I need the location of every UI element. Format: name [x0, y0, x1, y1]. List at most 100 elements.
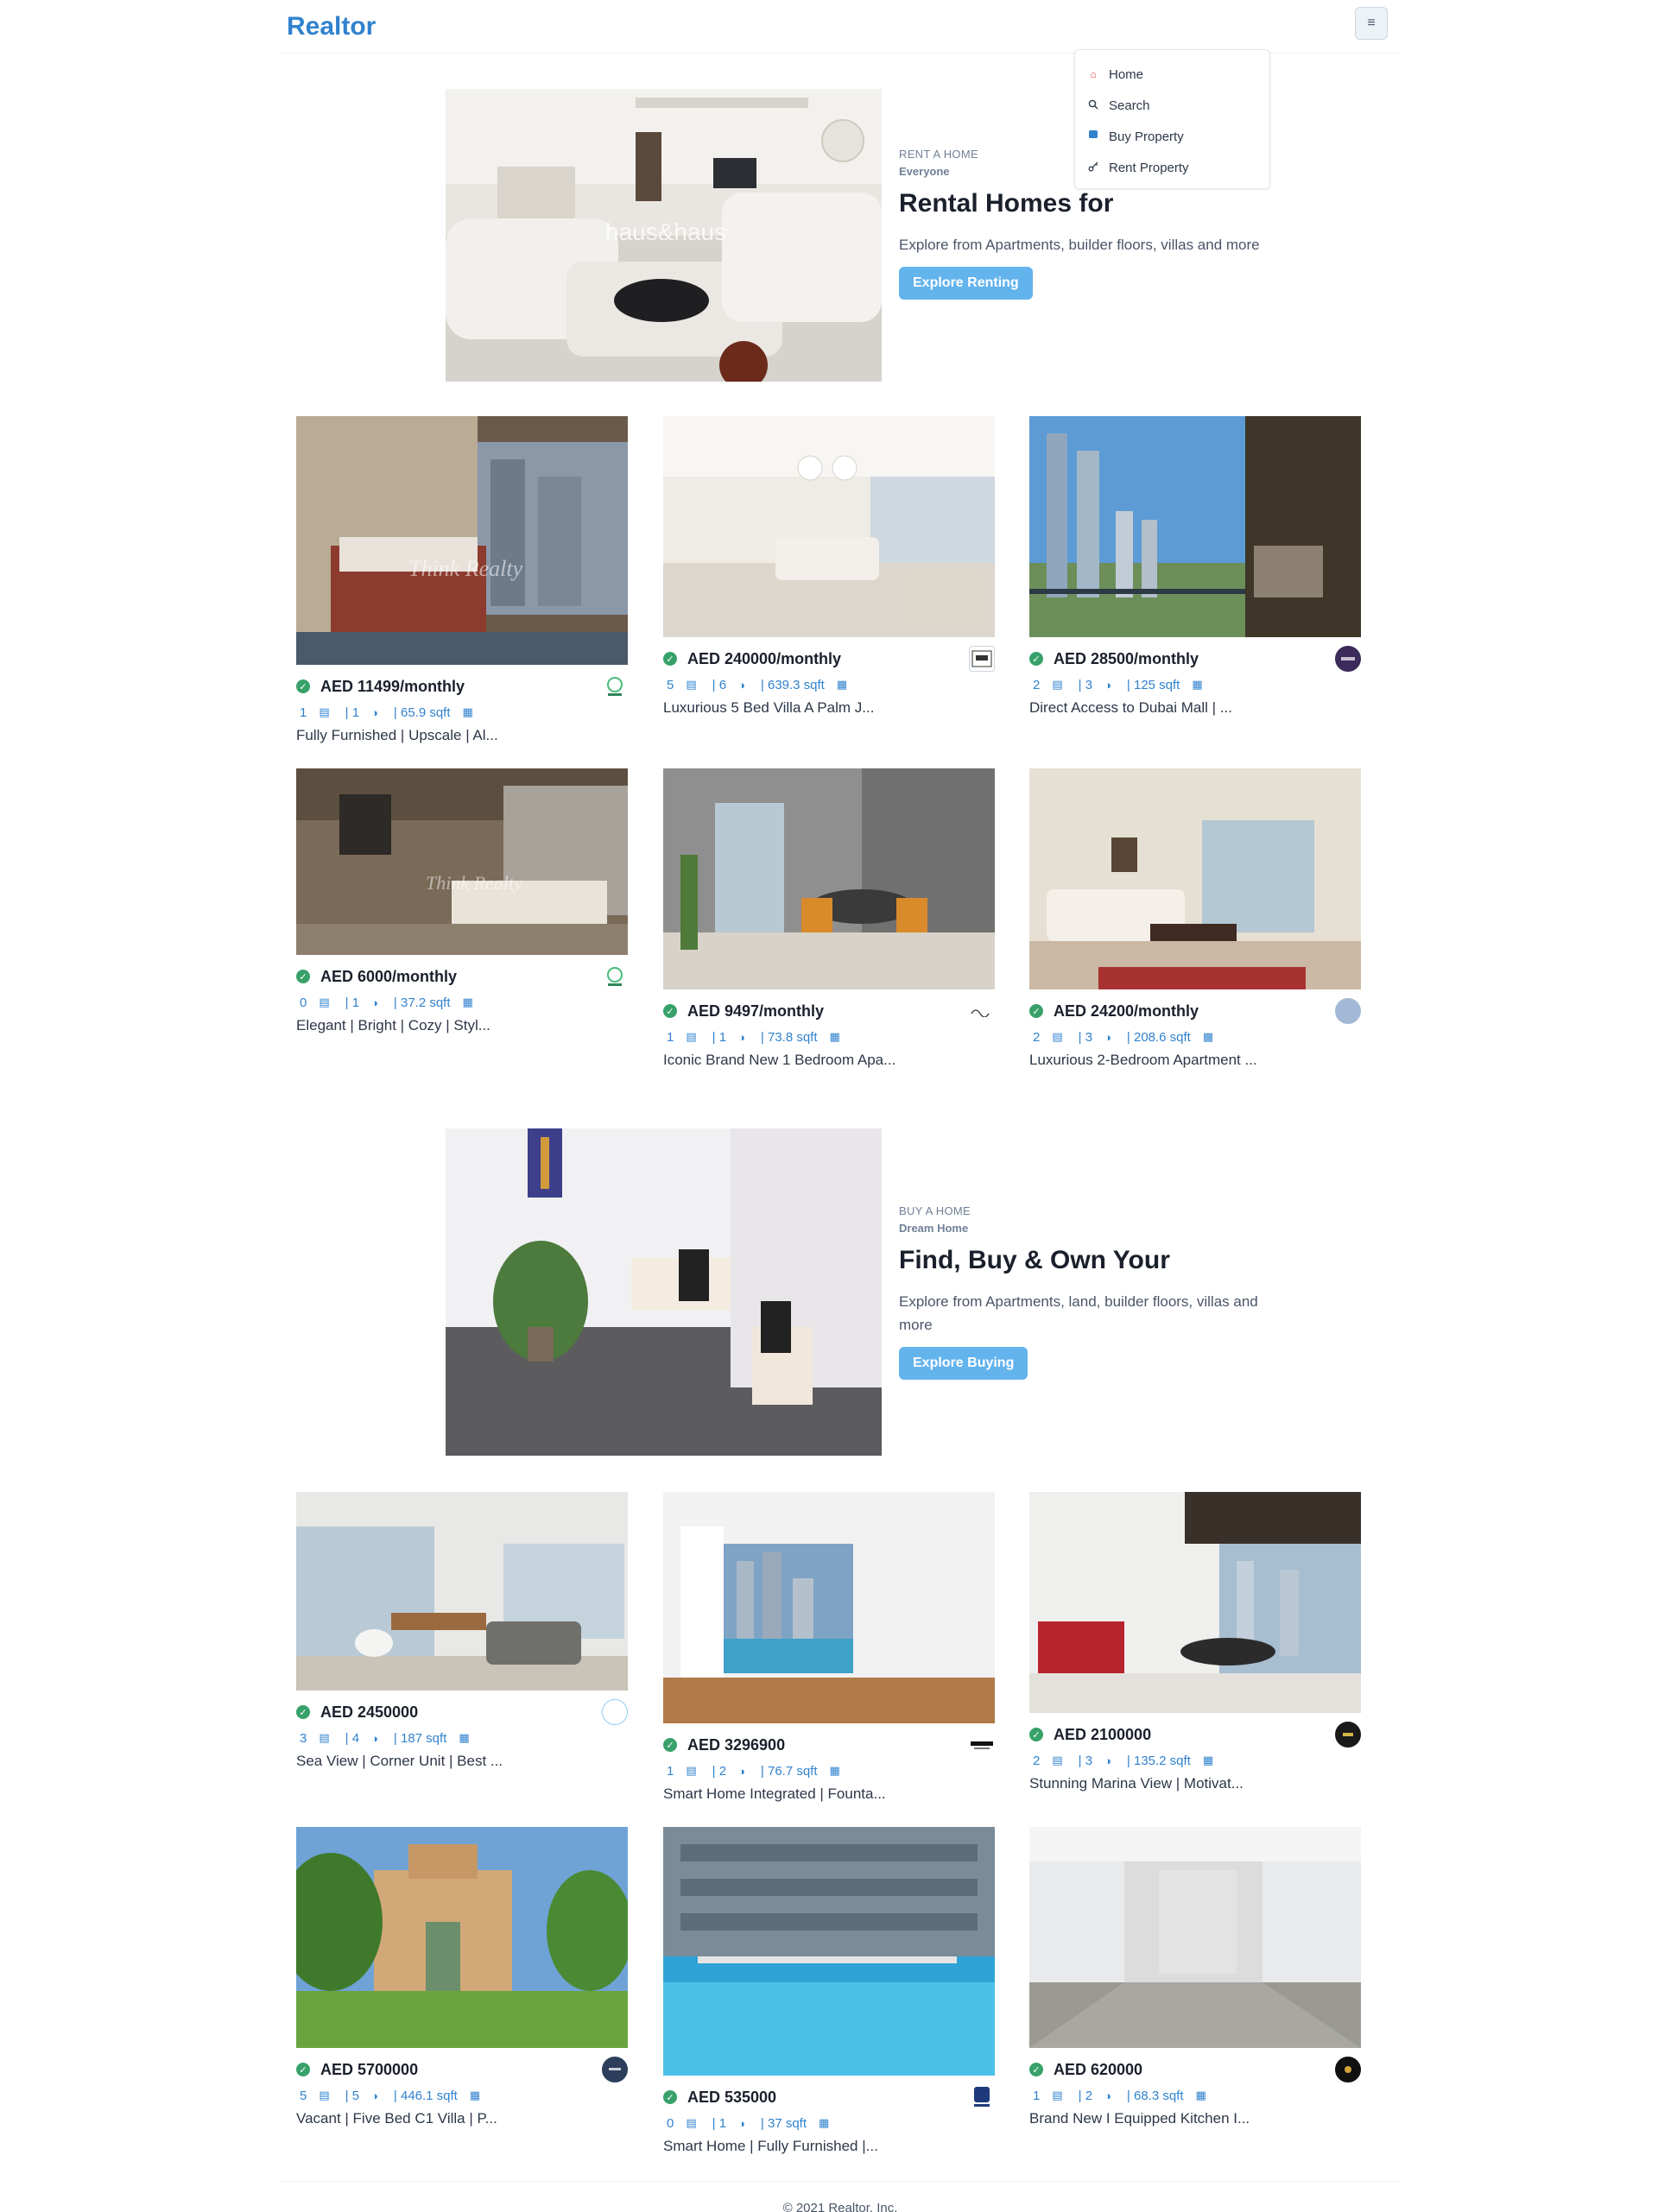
- bath-icon: ◑: [371, 705, 378, 719]
- bedroom-count: 2: [1033, 677, 1041, 692]
- verified-icon: ✓: [1029, 2063, 1043, 2076]
- banner-subkicker: Dream Home: [899, 1222, 969, 1235]
- property-card[interactable]: ✓ AED 535000 0 ▤ | 1 ◑ | 37 sqft ▦ Smart…: [663, 1827, 995, 2155]
- property-image[interactable]: [663, 416, 995, 637]
- banner-kicker: RENT A HOME: [899, 148, 978, 161]
- property-image[interactable]: [1029, 1827, 1361, 2048]
- agency-logo[interactable]: [969, 998, 995, 1024]
- bed-icon: ▤: [686, 1030, 697, 1043]
- property-image[interactable]: Think Realty: [296, 416, 628, 665]
- grid-icon: ▦: [469, 2089, 481, 2101]
- verified-icon: ✓: [663, 2090, 677, 2104]
- verified-icon: ✓: [296, 2063, 310, 2076]
- bedroom-count: 1: [300, 705, 307, 720]
- property-card[interactable]: Think Realty ✓ AED 6000/monthly 0 ▤ | 1 …: [296, 768, 628, 1034]
- property-title[interactable]: Smart Home Integrated | Founta...: [663, 1785, 995, 1803]
- property-title[interactable]: Vacant | Five Bed C1 Villa | P...: [296, 2110, 628, 2127]
- property-title[interactable]: Brand New I Equipped Kitchen I...: [1029, 2110, 1361, 2127]
- property-title[interactable]: Stunning Marina View | Motivat...: [1029, 1775, 1361, 1792]
- agency-logo[interactable]: [602, 964, 628, 989]
- verified-icon: ✓: [663, 1738, 677, 1752]
- agency-logo[interactable]: [969, 1732, 995, 1758]
- property-image[interactable]: [663, 768, 995, 989]
- property-card[interactable]: ✓ AED 5700000 5 ▤ | 5 ◑ | 446.1 sqft ▦ V…: [296, 1827, 628, 2127]
- explore-renting-button[interactable]: Explore Renting: [899, 267, 1033, 300]
- property-area: | 73.8 sqft: [760, 1029, 818, 1045]
- menu-item-home[interactable]: ⌂ Home: [1075, 59, 1269, 90]
- property-title[interactable]: Luxurious 2-Bedroom Apartment ...: [1029, 1052, 1361, 1069]
- bed-icon: ▤: [319, 705, 330, 718]
- bedroom-count: 3: [300, 1730, 307, 1746]
- property-title[interactable]: Sea View | Corner Unit | Best ...: [296, 1753, 628, 1770]
- menu-button[interactable]: ≡: [1355, 7, 1388, 40]
- agency-logo[interactable]: [1335, 1722, 1361, 1747]
- agency-logo[interactable]: [602, 1699, 628, 1725]
- property-card[interactable]: ✓ AED 2100000 2 ▤ | 3 ◑ | 135.2 sqft ▦ S…: [1029, 1492, 1361, 1792]
- property-title[interactable]: Fully Furnished | Upscale | Al...: [296, 727, 628, 744]
- agency-logo[interactable]: [1335, 646, 1361, 672]
- property-card[interactable]: ✓ AED 24200/monthly 2 ▤ | 3 ◑ | 208.6 sq…: [1029, 768, 1361, 1069]
- svg-text:Think Realty: Think Realty: [426, 872, 522, 894]
- property-card[interactable]: ✓ AED 3296900 1 ▤ | 2 ◑ | 76.7 sqft ▦ Sm…: [663, 1492, 995, 1803]
- property-card[interactable]: ✓ AED 28500/monthly 2 ▤ | 3 ◑ | 125 sqft…: [1029, 416, 1361, 717]
- bedroom-count: 2: [1033, 1029, 1041, 1045]
- property-area: | 68.3 sqft: [1126, 2088, 1184, 2103]
- property-image[interactable]: [1029, 1492, 1361, 1713]
- footer: © 2021 Realtor, Inc.: [280, 2181, 1401, 2212]
- verified-icon: ✓: [663, 652, 677, 666]
- bathroom-count: | 3: [1078, 677, 1093, 692]
- property-price: AED 6000/monthly: [320, 967, 458, 985]
- rent-banner-image: haus&haus: [446, 89, 882, 382]
- buy-banner-image: [446, 1128, 882, 1456]
- bathroom-count: | 2: [712, 1763, 727, 1779]
- property-image[interactable]: [663, 1492, 995, 1723]
- agency-logo[interactable]: [969, 646, 995, 672]
- bath-icon: ◑: [738, 678, 745, 692]
- property-card[interactable]: ✓ AED 240000/monthly 5 ▤ | 6 ◑ | 639.3 s…: [663, 416, 995, 717]
- agency-logo[interactable]: [1335, 2057, 1361, 2082]
- buy-banner: BUY A HOME Dream Home Find, Buy & Own Yo…: [446, 1128, 1300, 1457]
- navbar: Realtor ≡: [280, 0, 1401, 54]
- property-card[interactable]: ✓ AED 2450000 3 ▤ | 4 ◑ | 187 sqft ▦ Sea…: [296, 1492, 628, 1770]
- property-image[interactable]: [296, 1827, 628, 2048]
- banner-subkicker: Everyone: [899, 165, 950, 178]
- property-card[interactable]: Think Realty ✓ AED 11499/monthly 1 ▤ | 1…: [296, 416, 628, 744]
- explore-buying-button[interactable]: Explore Buying: [899, 1347, 1028, 1381]
- property-image[interactable]: [296, 1492, 628, 1691]
- property-card[interactable]: ✓ AED 9497/monthly 1 ▤ | 1 ◑ | 73.8 sqft…: [663, 768, 995, 1069]
- grid-icon: ▦: [1202, 1754, 1214, 1766]
- bedroom-count: 0: [300, 995, 307, 1010]
- svg-text:Think Realty: Think Realty: [408, 556, 523, 581]
- property-image[interactable]: Think Realty: [296, 768, 628, 955]
- property-title[interactable]: Smart Home | Fully Furnished |...: [663, 2138, 995, 2155]
- bed-icon: ▤: [686, 678, 697, 691]
- property-title[interactable]: Iconic Brand New 1 Bedroom Apa...: [663, 1052, 995, 1069]
- property-price: AED 28500/monthly: [1054, 649, 1199, 667]
- bathroom-count: | 4: [345, 1730, 360, 1746]
- verified-icon: ✓: [1029, 1728, 1043, 1741]
- bathroom-count: | 1: [712, 1029, 727, 1045]
- property-title[interactable]: Elegant | Bright | Cozy | Styl...: [296, 1017, 628, 1034]
- agency-logo[interactable]: [602, 673, 628, 699]
- bathroom-count: | 1: [345, 705, 360, 720]
- agency-logo[interactable]: [1335, 998, 1361, 1024]
- banner-description: Explore from Apartments, builder floors,…: [899, 237, 1260, 253]
- property-title[interactable]: Luxurious 5 Bed Villa A Palm J...: [663, 699, 995, 717]
- property-price: AED 3296900: [687, 1735, 786, 1754]
- bed-icon: ▤: [686, 2116, 697, 2129]
- property-title[interactable]: Direct Access to Dubai Mall | ...: [1029, 699, 1361, 717]
- grid-icon: ▦: [459, 1731, 470, 1744]
- property-price: AED 535000: [687, 2088, 777, 2106]
- property-image[interactable]: [1029, 416, 1361, 637]
- rent-banner: haus&haus RENT A HOME Everyone Rental Ho…: [446, 89, 1300, 382]
- property-image[interactable]: [663, 1827, 995, 2076]
- property-card[interactable]: ✓ AED 620000 1 ▤ | 2 ◑ | 68.3 sqft ▦ Bra…: [1029, 1827, 1361, 2127]
- grid-icon: ▦: [1202, 1030, 1214, 1043]
- bath-icon: ◑: [738, 2116, 745, 2130]
- property-image[interactable]: [1029, 768, 1361, 989]
- agency-logo[interactable]: [602, 2057, 628, 2082]
- brand-logo[interactable]: Realtor: [287, 12, 376, 41]
- grid-icon: ▦: [1192, 678, 1203, 691]
- agency-logo[interactable]: [969, 2084, 995, 2110]
- property-area: | 125 sqft: [1126, 677, 1180, 692]
